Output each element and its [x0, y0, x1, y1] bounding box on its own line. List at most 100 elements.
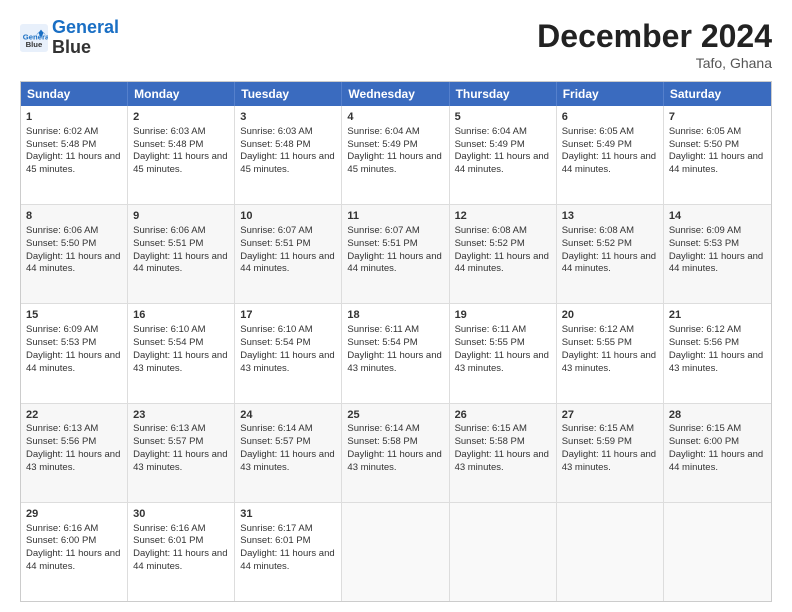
day-number: 18 — [347, 308, 443, 323]
day-number: 28 — [669, 408, 766, 423]
empty-cell — [664, 503, 771, 601]
day-number: 12 — [455, 209, 551, 224]
day-number: 16 — [133, 308, 229, 323]
col-header-monday: Monday — [128, 82, 235, 106]
day-info: Sunrise: 6:16 AMSunset: 6:00 PMDaylight:… — [26, 523, 120, 572]
day-number: 4 — [347, 110, 443, 125]
day-info: Sunrise: 6:13 AMSunset: 5:57 PMDaylight:… — [133, 423, 227, 472]
day-cell-23: 23Sunrise: 6:13 AMSunset: 5:57 PMDayligh… — [128, 404, 235, 502]
day-info: Sunrise: 6:17 AMSunset: 6:01 PMDaylight:… — [240, 523, 334, 572]
day-cell-9: 9Sunrise: 6:06 AMSunset: 5:51 PMDaylight… — [128, 205, 235, 303]
day-cell-31: 31Sunrise: 6:17 AMSunset: 6:01 PMDayligh… — [235, 503, 342, 601]
week-row-3: 15Sunrise: 6:09 AMSunset: 5:53 PMDayligh… — [21, 303, 771, 402]
day-cell-28: 28Sunrise: 6:15 AMSunset: 6:00 PMDayligh… — [664, 404, 771, 502]
calendar-header: SundayMondayTuesdayWednesdayThursdayFrid… — [21, 82, 771, 106]
day-info: Sunrise: 6:12 AMSunset: 5:56 PMDaylight:… — [669, 324, 763, 373]
day-info: Sunrise: 6:13 AMSunset: 5:56 PMDaylight:… — [26, 423, 120, 472]
day-info: Sunrise: 6:10 AMSunset: 5:54 PMDaylight:… — [133, 324, 227, 373]
day-cell-14: 14Sunrise: 6:09 AMSunset: 5:53 PMDayligh… — [664, 205, 771, 303]
week-row-5: 29Sunrise: 6:16 AMSunset: 6:00 PMDayligh… — [21, 502, 771, 601]
day-number: 14 — [669, 209, 766, 224]
day-cell-16: 16Sunrise: 6:10 AMSunset: 5:54 PMDayligh… — [128, 304, 235, 402]
day-info: Sunrise: 6:05 AMSunset: 5:50 PMDaylight:… — [669, 126, 763, 175]
day-number: 26 — [455, 408, 551, 423]
day-cell-27: 27Sunrise: 6:15 AMSunset: 5:59 PMDayligh… — [557, 404, 664, 502]
day-number: 13 — [562, 209, 658, 224]
title-block: December 2024 Tafo, Ghana — [537, 18, 772, 71]
day-number: 20 — [562, 308, 658, 323]
day-cell-17: 17Sunrise: 6:10 AMSunset: 5:54 PMDayligh… — [235, 304, 342, 402]
day-cell-2: 2Sunrise: 6:03 AMSunset: 5:48 PMDaylight… — [128, 106, 235, 204]
col-header-tuesday: Tuesday — [235, 82, 342, 106]
day-info: Sunrise: 6:14 AMSunset: 5:58 PMDaylight:… — [347, 423, 441, 472]
day-cell-25: 25Sunrise: 6:14 AMSunset: 5:58 PMDayligh… — [342, 404, 449, 502]
week-row-1: 1Sunrise: 6:02 AMSunset: 5:48 PMDaylight… — [21, 106, 771, 204]
day-number: 23 — [133, 408, 229, 423]
logo-line2: Blue — [52, 38, 119, 58]
col-header-thursday: Thursday — [450, 82, 557, 106]
day-cell-26: 26Sunrise: 6:15 AMSunset: 5:58 PMDayligh… — [450, 404, 557, 502]
day-info: Sunrise: 6:03 AMSunset: 5:48 PMDaylight:… — [133, 126, 227, 175]
day-number: 19 — [455, 308, 551, 323]
day-cell-24: 24Sunrise: 6:14 AMSunset: 5:57 PMDayligh… — [235, 404, 342, 502]
day-cell-11: 11Sunrise: 6:07 AMSunset: 5:51 PMDayligh… — [342, 205, 449, 303]
day-cell-30: 30Sunrise: 6:16 AMSunset: 6:01 PMDayligh… — [128, 503, 235, 601]
day-cell-21: 21Sunrise: 6:12 AMSunset: 5:56 PMDayligh… — [664, 304, 771, 402]
day-info: Sunrise: 6:08 AMSunset: 5:52 PMDaylight:… — [562, 225, 656, 274]
day-cell-4: 4Sunrise: 6:04 AMSunset: 5:49 PMDaylight… — [342, 106, 449, 204]
day-cell-8: 8Sunrise: 6:06 AMSunset: 5:50 PMDaylight… — [21, 205, 128, 303]
day-info: Sunrise: 6:09 AMSunset: 5:53 PMDaylight:… — [669, 225, 763, 274]
day-info: Sunrise: 6:10 AMSunset: 5:54 PMDaylight:… — [240, 324, 334, 373]
logo-line1: General — [52, 17, 119, 37]
day-number: 11 — [347, 209, 443, 224]
day-cell-7: 7Sunrise: 6:05 AMSunset: 5:50 PMDaylight… — [664, 106, 771, 204]
day-cell-22: 22Sunrise: 6:13 AMSunset: 5:56 PMDayligh… — [21, 404, 128, 502]
col-header-sunday: Sunday — [21, 82, 128, 106]
day-number: 17 — [240, 308, 336, 323]
day-cell-12: 12Sunrise: 6:08 AMSunset: 5:52 PMDayligh… — [450, 205, 557, 303]
day-number: 8 — [26, 209, 122, 224]
day-cell-6: 6Sunrise: 6:05 AMSunset: 5:49 PMDaylight… — [557, 106, 664, 204]
day-info: Sunrise: 6:11 AMSunset: 5:54 PMDaylight:… — [347, 324, 441, 373]
day-cell-15: 15Sunrise: 6:09 AMSunset: 5:53 PMDayligh… — [21, 304, 128, 402]
day-cell-29: 29Sunrise: 6:16 AMSunset: 6:00 PMDayligh… — [21, 503, 128, 601]
day-info: Sunrise: 6:04 AMSunset: 5:49 PMDaylight:… — [347, 126, 441, 175]
day-cell-13: 13Sunrise: 6:08 AMSunset: 5:52 PMDayligh… — [557, 205, 664, 303]
calendar: SundayMondayTuesdayWednesdayThursdayFrid… — [20, 81, 772, 602]
col-header-saturday: Saturday — [664, 82, 771, 106]
day-info: Sunrise: 6:04 AMSunset: 5:49 PMDaylight:… — [455, 126, 549, 175]
logo: General Blue General Blue — [20, 18, 119, 58]
header: General Blue General Blue December 2024 … — [20, 18, 772, 71]
page: General Blue General Blue December 2024 … — [0, 0, 792, 612]
day-info: Sunrise: 6:12 AMSunset: 5:55 PMDaylight:… — [562, 324, 656, 373]
generalblue-icon: General Blue — [20, 24, 48, 52]
empty-cell — [557, 503, 664, 601]
day-cell-20: 20Sunrise: 6:12 AMSunset: 5:55 PMDayligh… — [557, 304, 664, 402]
day-info: Sunrise: 6:06 AMSunset: 5:50 PMDaylight:… — [26, 225, 120, 274]
day-number: 29 — [26, 507, 122, 522]
day-number: 9 — [133, 209, 229, 224]
col-header-friday: Friday — [557, 82, 664, 106]
day-number: 30 — [133, 507, 229, 522]
empty-cell — [342, 503, 449, 601]
day-info: Sunrise: 6:08 AMSunset: 5:52 PMDaylight:… — [455, 225, 549, 274]
col-header-wednesday: Wednesday — [342, 82, 449, 106]
empty-cell — [450, 503, 557, 601]
location-subtitle: Tafo, Ghana — [537, 55, 772, 71]
day-info: Sunrise: 6:15 AMSunset: 6:00 PMDaylight:… — [669, 423, 763, 472]
day-number: 31 — [240, 507, 336, 522]
week-row-2: 8Sunrise: 6:06 AMSunset: 5:50 PMDaylight… — [21, 204, 771, 303]
calendar-body: 1Sunrise: 6:02 AMSunset: 5:48 PMDaylight… — [21, 106, 771, 601]
day-info: Sunrise: 6:15 AMSunset: 5:59 PMDaylight:… — [562, 423, 656, 472]
day-info: Sunrise: 6:11 AMSunset: 5:55 PMDaylight:… — [455, 324, 549, 373]
day-cell-3: 3Sunrise: 6:03 AMSunset: 5:48 PMDaylight… — [235, 106, 342, 204]
day-info: Sunrise: 6:05 AMSunset: 5:49 PMDaylight:… — [562, 126, 656, 175]
page-title: December 2024 — [537, 18, 772, 55]
day-info: Sunrise: 6:09 AMSunset: 5:53 PMDaylight:… — [26, 324, 120, 373]
day-cell-19: 19Sunrise: 6:11 AMSunset: 5:55 PMDayligh… — [450, 304, 557, 402]
day-number: 25 — [347, 408, 443, 423]
day-number: 15 — [26, 308, 122, 323]
day-cell-1: 1Sunrise: 6:02 AMSunset: 5:48 PMDaylight… — [21, 106, 128, 204]
day-info: Sunrise: 6:06 AMSunset: 5:51 PMDaylight:… — [133, 225, 227, 274]
day-cell-18: 18Sunrise: 6:11 AMSunset: 5:54 PMDayligh… — [342, 304, 449, 402]
